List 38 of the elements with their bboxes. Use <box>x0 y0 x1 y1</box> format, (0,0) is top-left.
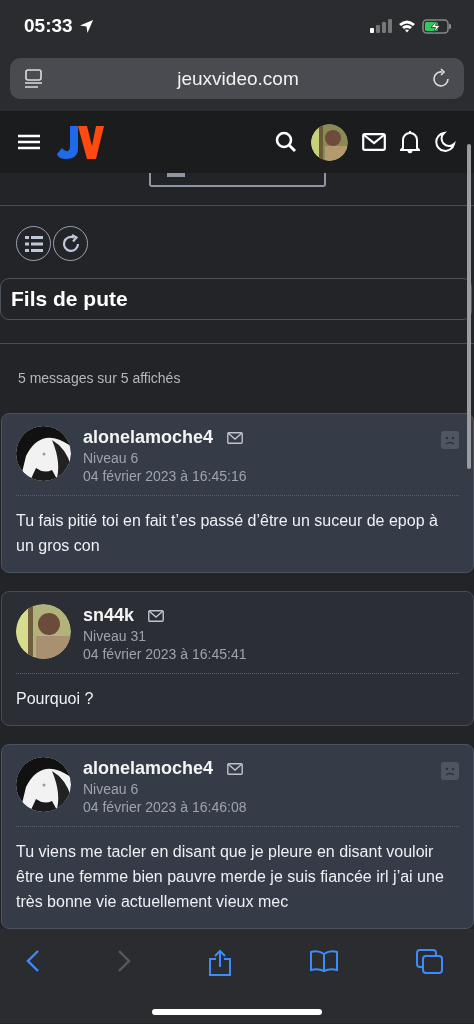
signal-icon <box>370 19 392 33</box>
post-date[interactable]: 04 février 2023 à 16:46:08 <box>83 799 429 815</box>
bell-icon[interactable] <box>400 130 420 154</box>
post-text: Tu viens me tacler en disant que je pleure en disant vouloir être une femme bien pauvre merde je suis fiancée irl j’ai une très bonne vie actuellement vieux mec <box>16 842 445 912</box>
author-level: Niveau 6 <box>83 450 140 466</box>
author-name[interactable]: alonelamoche4 <box>83 758 214 779</box>
moon-icon[interactable] <box>434 131 456 153</box>
search-icon[interactable] <box>275 131 297 153</box>
post-text: Pourquoi ? <box>16 689 95 709</box>
topic-title: Fils de pute <box>11 287 129 311</box>
scrollbar[interactable] <box>467 144 471 469</box>
jv-logo-icon[interactable] <box>56 124 104 160</box>
reload-icon[interactable] <box>432 67 452 90</box>
back-icon[interactable] <box>26 949 40 973</box>
mail-icon[interactable] <box>148 609 165 622</box>
author-name[interactable]: alonelamoche4 <box>83 427 214 448</box>
reader-icon[interactable] <box>24 67 44 90</box>
author-name[interactable]: sn44k <box>83 605 135 626</box>
post-text: Tu fais pitié toi en fait t’es passé d’être un suceur de epop à un gros con <box>16 511 439 556</box>
message-count: 5 messages sur 5 affichés <box>17 369 182 388</box>
tabs-icon[interactable] <box>416 949 444 975</box>
post-date[interactable]: 04 février 2023 à 16:45:16 <box>83 468 429 484</box>
location-arrow-icon <box>78 18 94 34</box>
battery-charging-icon <box>422 18 452 34</box>
wifi-icon <box>398 19 416 33</box>
book-icon[interactable] <box>309 949 339 973</box>
author-level: Niveau 31 <box>83 628 148 644</box>
address-bar[interactable]: jeuxvideo.com <box>10 58 464 99</box>
post-date[interactable]: 04 février 2023 à 16:45:41 <box>83 646 459 662</box>
menu-icon[interactable] <box>18 134 40 150</box>
mail-icon[interactable] <box>227 431 244 444</box>
refresh-icon[interactable] <box>60 233 81 254</box>
list-icon[interactable] <box>23 234 44 253</box>
status-time: 05:33 <box>24 15 73 37</box>
share-icon[interactable] <box>208 949 232 977</box>
author-level: Niveau 6 <box>83 781 140 797</box>
mail-icon[interactable] <box>227 762 244 775</box>
messaging-button[interactable] <box>148 173 326 187</box>
